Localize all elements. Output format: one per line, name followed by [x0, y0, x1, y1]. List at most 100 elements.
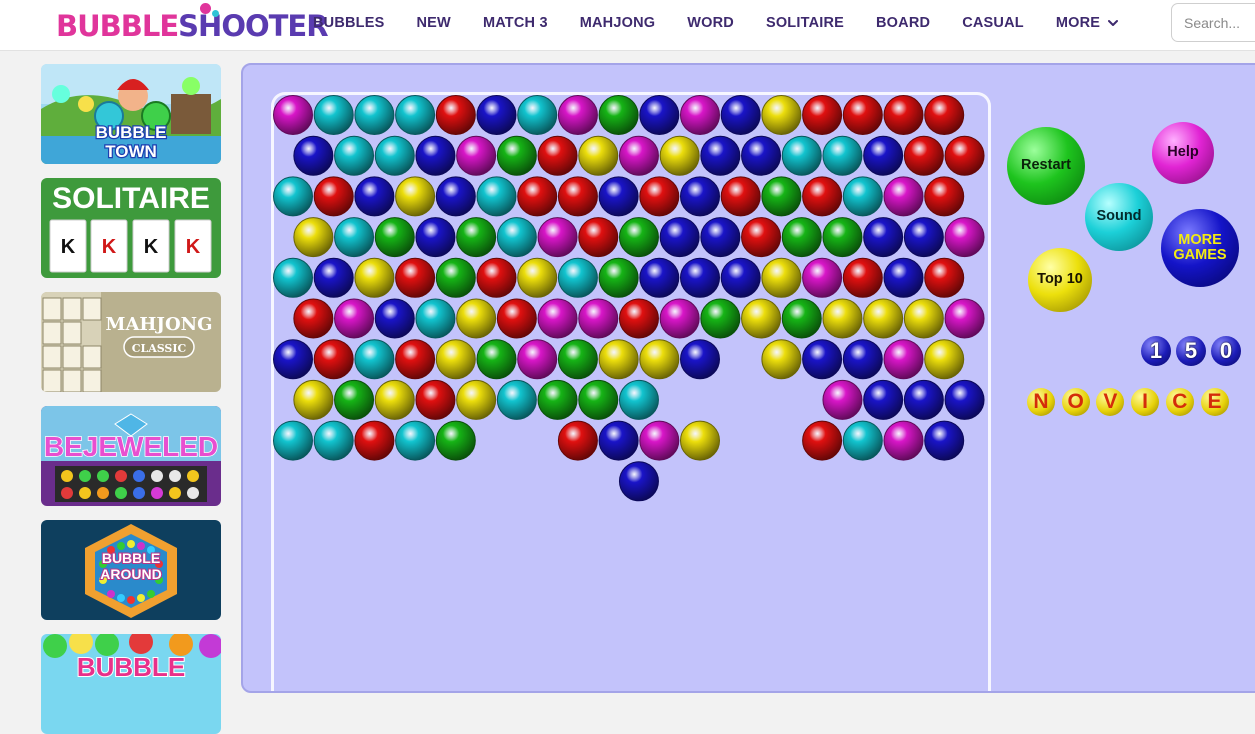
bubble-cyan[interactable] — [395, 420, 436, 461]
bubble-green[interactable] — [334, 379, 375, 420]
bubble-red[interactable] — [720, 176, 761, 217]
bubble-magenta[interactable] — [680, 95, 720, 135]
bubble-magenta[interactable] — [537, 217, 578, 258]
bubble-cyan[interactable] — [517, 95, 558, 135]
bubble-magenta[interactable] — [883, 176, 924, 217]
bubble-blue[interactable] — [415, 217, 456, 258]
bubble-yellow[interactable] — [903, 298, 944, 339]
bubble-blue[interactable] — [720, 257, 761, 298]
nav-word[interactable]: WORD — [671, 15, 750, 31]
bubble-red[interactable] — [395, 339, 436, 380]
bubble-magenta[interactable] — [659, 298, 700, 339]
bubble-green[interactable] — [598, 257, 639, 298]
bubble-blue[interactable] — [313, 257, 354, 298]
bubble-red[interactable] — [842, 95, 883, 135]
bubble-blue[interactable] — [374, 298, 415, 339]
bubble-red[interactable] — [944, 135, 985, 176]
bubble-red[interactable] — [313, 339, 354, 380]
bubble-red[interactable] — [903, 135, 944, 176]
bubble-blue[interactable] — [700, 217, 741, 258]
bubble-blue[interactable] — [863, 217, 904, 258]
sound-button[interactable]: Sound — [1085, 183, 1153, 251]
bubble-green[interactable] — [537, 379, 578, 420]
bubble-red[interactable] — [537, 135, 578, 176]
nav-match3[interactable]: MATCH 3 — [467, 15, 564, 31]
bubble-red[interactable] — [924, 257, 965, 298]
bubble-green[interactable] — [618, 217, 659, 258]
bubble-blue[interactable] — [659, 217, 700, 258]
bubble-red[interactable] — [924, 176, 965, 217]
bubble-magenta[interactable] — [334, 298, 375, 339]
bubble-green[interactable] — [496, 135, 537, 176]
bubble-red[interactable] — [435, 95, 476, 135]
bubble-blue[interactable] — [863, 379, 904, 420]
help-button[interactable]: Help — [1152, 122, 1214, 184]
bubble-blue[interactable] — [720, 95, 761, 135]
bubble-yellow[interactable] — [863, 298, 904, 339]
bubble-yellow[interactable] — [761, 257, 802, 298]
sidebar-game-bubble[interactable]: BUBBLE — [41, 634, 221, 734]
bubble-magenta[interactable] — [517, 339, 558, 380]
restart-button[interactable]: Restart — [1007, 127, 1085, 205]
nav-casual[interactable]: CASUAL — [946, 15, 1040, 31]
bubble-red[interactable] — [802, 95, 843, 135]
bubble-yellow[interactable] — [395, 176, 436, 217]
bubble-yellow[interactable] — [639, 339, 680, 380]
bubble-green[interactable] — [456, 217, 497, 258]
bubble-green[interactable] — [374, 217, 415, 258]
bubble-green[interactable] — [598, 95, 639, 135]
bubble-green[interactable] — [435, 257, 476, 298]
bubble-yellow[interactable] — [456, 379, 497, 420]
nav-more[interactable]: MORE — [1040, 15, 1134, 31]
bubble-green[interactable] — [700, 298, 741, 339]
bubble-cyan[interactable] — [557, 257, 598, 298]
bubble-yellow[interactable] — [293, 379, 334, 420]
bubble-red[interactable] — [293, 298, 334, 339]
bubble-magenta[interactable] — [618, 135, 659, 176]
bubble-blue[interactable] — [293, 135, 334, 176]
bubble-blue[interactable] — [842, 339, 883, 380]
bubble-blue[interactable] — [415, 135, 456, 176]
bubble-red[interactable] — [618, 298, 659, 339]
game-area[interactable]: Restart Help Sound MORE GAMES Top 10 150… — [241, 63, 1255, 693]
bubble-blue[interactable] — [639, 95, 680, 135]
bubble-blue[interactable] — [680, 176, 720, 217]
bubble-blue[interactable] — [435, 176, 476, 217]
bubble-cyan[interactable] — [395, 95, 436, 135]
bubble-cyan[interactable] — [374, 135, 415, 176]
sidebar-game-bejeweled[interactable]: BEJEWELED — [41, 406, 221, 506]
bubble-magenta[interactable] — [944, 298, 985, 339]
top10-button[interactable]: Top 10 — [1028, 248, 1092, 312]
bubble-cyan[interactable] — [313, 95, 354, 135]
bubble-red[interactable] — [496, 298, 537, 339]
bubble-red[interactable] — [517, 176, 558, 217]
bubble-blue[interactable] — [680, 257, 720, 298]
bubble-cyan[interactable] — [781, 135, 822, 176]
bubble-magenta[interactable] — [802, 257, 843, 298]
sidebar-game-solitaire[interactable]: SOLITAIRE K K K K — [41, 178, 221, 278]
bubble-blue[interactable] — [924, 420, 965, 461]
bubble-blue[interactable] — [903, 379, 944, 420]
bubble-magenta[interactable] — [578, 298, 619, 339]
bubble-cyan[interactable] — [842, 176, 883, 217]
bubble-yellow[interactable] — [374, 379, 415, 420]
bubble-cyan[interactable] — [822, 135, 863, 176]
bubble-green[interactable] — [781, 217, 822, 258]
bubble-red[interactable] — [476, 257, 517, 298]
bubble-magenta[interactable] — [557, 95, 598, 135]
bubble-magenta[interactable] — [639, 420, 680, 461]
nav-board[interactable]: BOARD — [860, 15, 946, 31]
bubble-magenta[interactable] — [944, 217, 985, 258]
bubble-yellow[interactable] — [659, 135, 700, 176]
bubble-green[interactable] — [557, 339, 598, 380]
bubble-green[interactable] — [476, 339, 517, 380]
bubble-red[interactable] — [802, 420, 843, 461]
sidebar-game-mahjong[interactable]: MAHJONG CLASSIC — [41, 292, 221, 392]
bubble-blue[interactable] — [903, 217, 944, 258]
bubble-magenta[interactable] — [822, 379, 863, 420]
bubble-yellow[interactable] — [680, 420, 720, 461]
bubble-green[interactable] — [435, 420, 476, 461]
nav-solitaire[interactable]: SOLITAIRE — [750, 15, 860, 31]
bubble-grid[interactable] — [243, 65, 1003, 693]
bubble-cyan[interactable] — [313, 420, 354, 461]
